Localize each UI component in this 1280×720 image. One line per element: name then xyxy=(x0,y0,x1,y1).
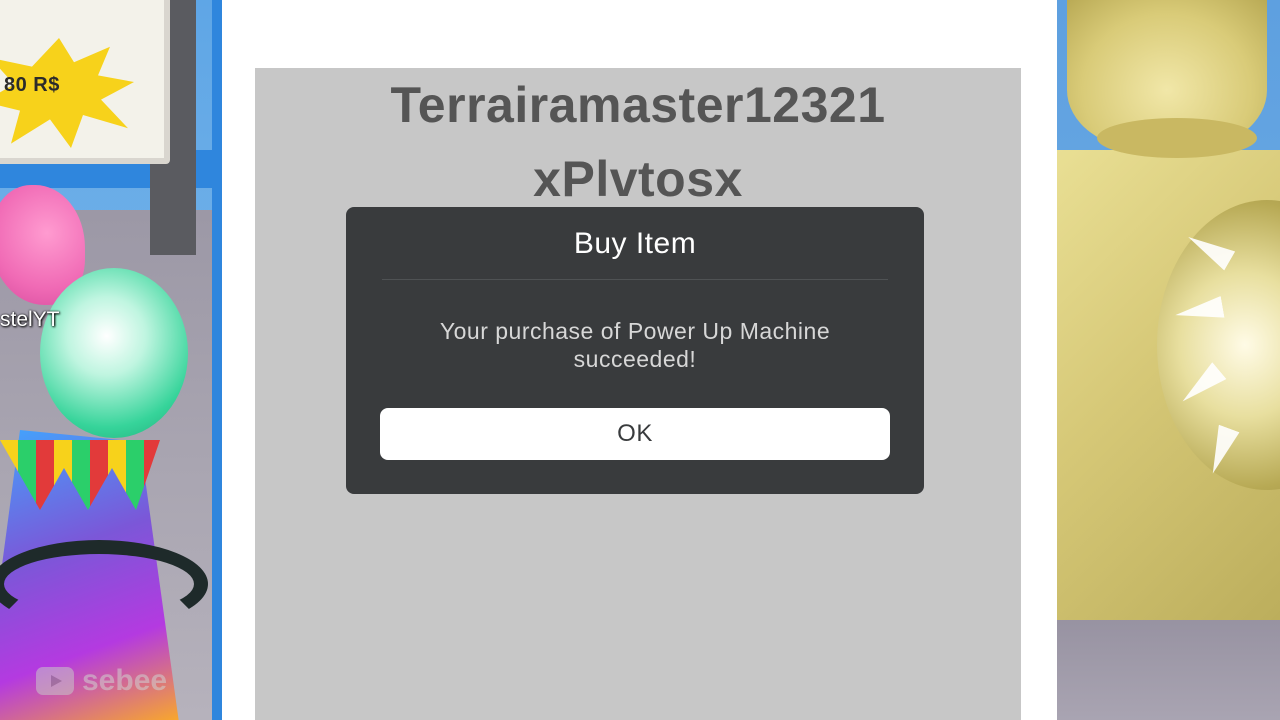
sign-price-label: 80 R$ xyxy=(4,74,60,96)
right-game-scene xyxy=(1057,0,1280,720)
avatar-belt xyxy=(0,540,208,628)
fan-blade xyxy=(1173,296,1224,326)
machine-ring xyxy=(1097,118,1257,158)
dialog-title: Buy Item xyxy=(573,227,697,260)
scene-edge xyxy=(212,0,222,720)
youtube-icon xyxy=(36,667,74,695)
username-line-2: xPlvtosx xyxy=(533,151,743,207)
dialog-divider xyxy=(382,279,888,280)
dialog-message: Your purchase of Power Up Machine succee… xyxy=(439,318,831,372)
player-name-tag: stelYT xyxy=(0,308,60,331)
username-line-1: Terrairamaster12321 xyxy=(390,77,886,133)
ok-button[interactable]: OK xyxy=(380,408,890,460)
avatar-head xyxy=(40,268,188,438)
left-game-scene: 80 R$ stelYT sebee xyxy=(0,0,222,720)
channel-watermark: sebee xyxy=(36,664,167,698)
watermark-text: sebee xyxy=(82,664,168,697)
fan-blade xyxy=(1176,362,1227,410)
purchase-dialog: Buy Item Your purchase of Power Up Machi… xyxy=(346,207,924,494)
